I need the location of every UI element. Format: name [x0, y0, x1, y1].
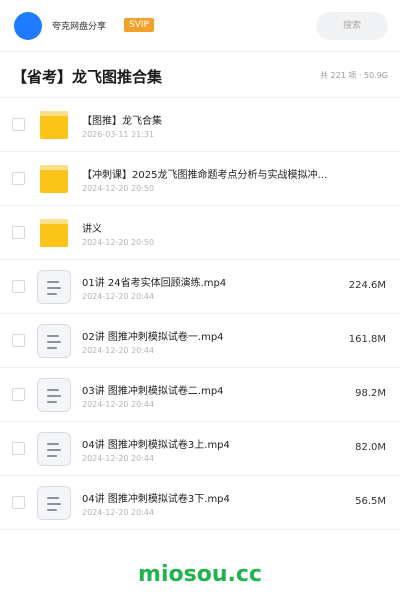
video-file-icon: [37, 270, 71, 304]
file-size: 82.0M: [355, 442, 386, 453]
file-name[interactable]: 02讲 图推冲刺模拟试卷一.mp4: [82, 328, 224, 343]
select-checkbox[interactable]: [12, 388, 25, 401]
search-input[interactable]: 搜索: [316, 12, 388, 40]
item-summary: 共 221 项 · 50.9G: [320, 71, 388, 80]
avatar[interactable]: [14, 12, 42, 40]
folder-row[interactable]: 【图推】龙飞合集 2026-03-11 21:31: [0, 98, 400, 152]
file-date: 2024-12-20 20:44: [82, 292, 155, 301]
video-file-icon: [37, 432, 71, 466]
file-row[interactable]: 01讲 24省考实体回顾演练.mp4 2024-12-20 20:44 224.6M: [0, 260, 400, 314]
file-row[interactable]: 02讲 图推冲刺模拟试卷一.mp4 2024-12-20 20:44 161.8M: [0, 314, 400, 368]
file-name[interactable]: 01讲 24省考实体回顾演练.mp4: [82, 274, 226, 289]
folder-icon: [40, 219, 68, 247]
select-checkbox[interactable]: [12, 280, 25, 293]
file-date: 2024-12-20 20:50: [82, 238, 155, 247]
folder-icon: [40, 111, 68, 139]
file-size: 224.6M: [348, 280, 386, 291]
top-bar: 夸克网盘分享 SVIP 搜索: [0, 0, 400, 52]
file-row[interactable]: 04讲 图推冲刺模拟试卷3上.mp4 2024-12-20 20:44 82.0M: [0, 422, 400, 476]
select-checkbox[interactable]: [12, 334, 25, 347]
video-file-icon: [37, 324, 71, 358]
folder-icon: [40, 165, 68, 193]
video-file-icon: [37, 378, 71, 412]
page-title: 【省考】龙飞图推合集: [12, 68, 163, 86]
file-name[interactable]: 【图推】龙飞合集: [82, 112, 162, 127]
file-name[interactable]: 04讲 图推冲刺模拟试卷3上.mp4: [82, 436, 230, 451]
file-size: 98.2M: [355, 388, 386, 399]
file-size: 161.8M: [348, 334, 386, 345]
select-checkbox[interactable]: [12, 172, 25, 185]
folder-row[interactable]: 讲义 2024-12-20 20:50: [0, 206, 400, 260]
file-date: 2024-12-20 20:44: [82, 400, 155, 409]
file-name[interactable]: 【冲刺课】2025龙飞图推命题考点分析与实战模拟冲…: [82, 166, 327, 181]
file-date: 2024-12-20 20:44: [82, 454, 155, 463]
select-checkbox[interactable]: [12, 496, 25, 509]
video-file-icon: [37, 486, 71, 520]
app-name: 夸克网盘分享: [52, 22, 107, 32]
select-checkbox[interactable]: [12, 442, 25, 455]
select-checkbox[interactable]: [12, 226, 25, 239]
file-date: 2024-12-20 20:44: [82, 508, 155, 517]
file-size: 56.5M: [355, 496, 386, 507]
file-date: 2024-12-20 20:50: [82, 184, 155, 193]
file-name[interactable]: 04讲 图推冲刺模拟试卷3下.mp4: [82, 490, 230, 505]
file-name[interactable]: 03讲 图推冲刺模拟试卷二.mp4: [82, 382, 224, 397]
svip-badge: SVIP: [124, 18, 154, 32]
file-row[interactable]: 04讲 图推冲刺模拟试卷3下.mp4 2024-12-20 20:44 56.5M: [0, 476, 400, 530]
folder-row[interactable]: 【冲刺课】2025龙飞图推命题考点分析与实战模拟冲… 2024-12-20 20:…: [0, 152, 400, 206]
select-checkbox[interactable]: [12, 118, 25, 131]
folder-header: 【省考】龙飞图推合集 共 221 项 · 50.9G: [0, 52, 400, 98]
file-row[interactable]: 03讲 图推冲刺模拟试卷二.mp4 2024-12-20 20:44 98.2M: [0, 368, 400, 422]
watermark-brand: miosou.cc: [138, 562, 262, 587]
file-date: 2024-12-20 20:44: [82, 346, 155, 355]
file-name[interactable]: 讲义: [82, 220, 102, 235]
file-date: 2026-03-11 21:31: [82, 130, 155, 139]
